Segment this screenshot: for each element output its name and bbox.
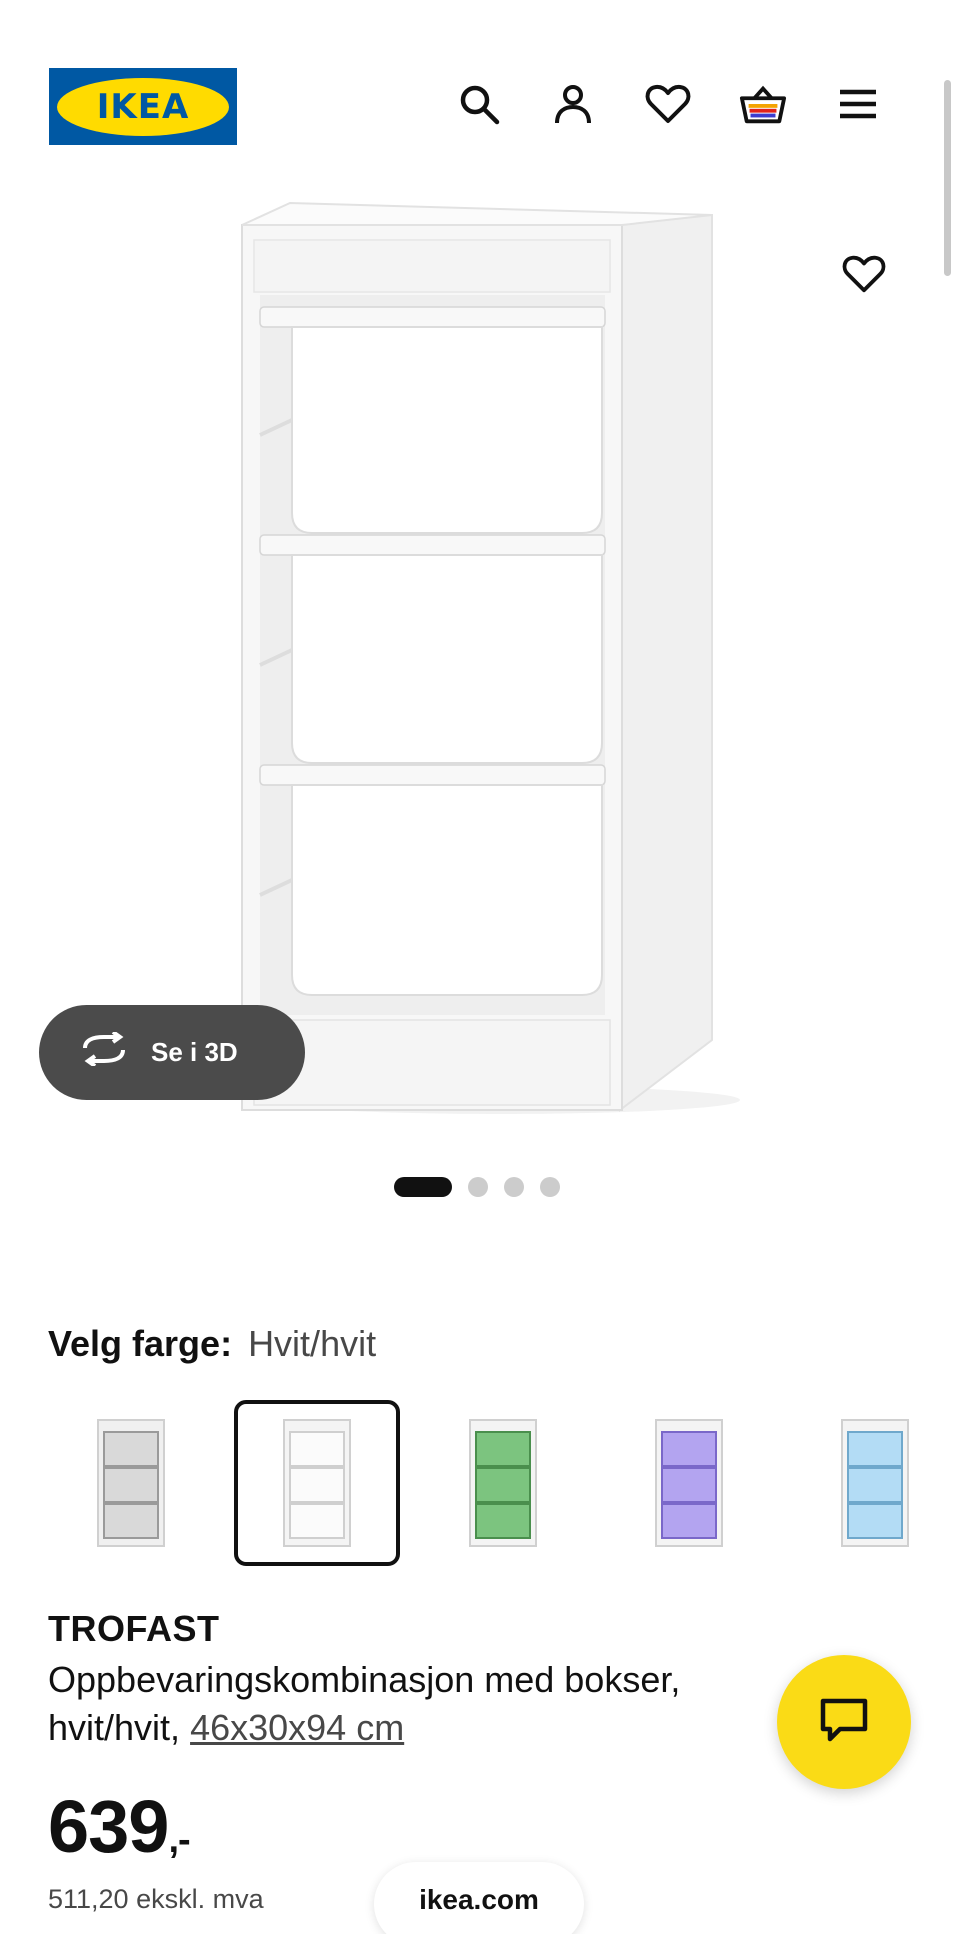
heart-icon[interactable]: [644, 80, 692, 128]
page-scrollbar[interactable]: [944, 80, 951, 276]
url-text: ikea.com: [419, 1884, 539, 1915]
site-header: IKEA: [0, 0, 960, 170]
color-swatch-green[interactable]: [420, 1400, 586, 1566]
rotate-3d-icon: [79, 1030, 129, 1073]
carousel-dot[interactable]: [468, 1177, 488, 1197]
price-value: 639: [48, 1785, 169, 1868]
price-excluding-vat: 511,20 ekskl. mva: [48, 1884, 264, 1914]
search-icon[interactable]: [455, 80, 503, 128]
product-price: 639,-: [48, 1784, 191, 1869]
carousel-dot[interactable]: [504, 1177, 524, 1197]
color-swatch-grey[interactable]: [48, 1400, 214, 1566]
carousel-dot[interactable]: [540, 1177, 560, 1197]
product-dimensions-link[interactable]: 46x30x94 cm: [190, 1707, 404, 1748]
view-in-3d-label: Se i 3D: [151, 1037, 238, 1067]
ikea-logo[interactable]: IKEA: [49, 68, 237, 145]
carousel-pagination: [394, 1177, 560, 1197]
browser-url-pill[interactable]: ikea.com: [374, 1862, 584, 1934]
cart-icon[interactable]: [739, 80, 787, 128]
product-description: Oppbevaringskombinasjon med bokser, hvit…: [48, 1656, 768, 1752]
chat-bubble-icon: [818, 1696, 870, 1749]
view-in-3d-button[interactable]: Se i 3D: [39, 1005, 305, 1100]
price-suffix: ,-: [168, 1819, 190, 1861]
description-line-1: Oppbevaringskombinasjon med bokser,: [48, 1659, 681, 1700]
color-label-title: Velg farge:: [48, 1323, 233, 1364]
logo-oval: IKEA: [57, 77, 229, 136]
save-to-list-heart-icon[interactable]: [837, 247, 891, 301]
chat-button[interactable]: [777, 1655, 911, 1789]
color-swatch-lilac[interactable]: [606, 1400, 772, 1566]
product-image[interactable]: [230, 195, 750, 1125]
carousel-dot[interactable]: [394, 1177, 452, 1197]
color-swatch-light-blue[interactable]: [792, 1400, 958, 1566]
product-name: TROFAST: [48, 1608, 220, 1649]
menu-icon[interactable]: [834, 80, 882, 128]
color-swatch-white[interactable]: [234, 1400, 400, 1566]
user-icon[interactable]: [549, 80, 597, 128]
selected-color-value: Hvit/hvit: [248, 1323, 377, 1364]
description-line-2: hvit/hvit,: [48, 1707, 191, 1748]
color-swatches: [48, 1400, 928, 1570]
logo-text: IKEA: [96, 86, 190, 127]
color-selector-label: Velg farge: Hvit/hvit: [48, 1323, 376, 1365]
